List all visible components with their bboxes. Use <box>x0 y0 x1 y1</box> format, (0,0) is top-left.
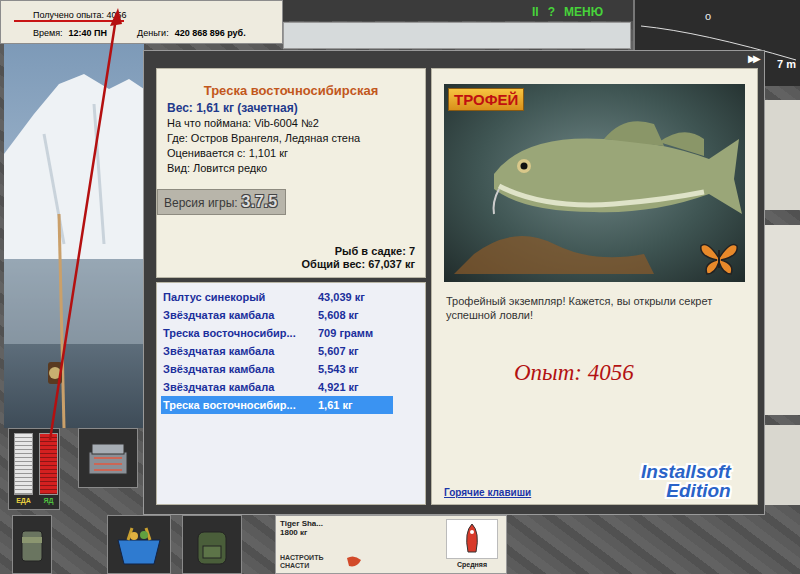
fish-photo: ТРОФЕЙ <box>444 84 745 282</box>
fish-detail: Вид: Ловится редко <box>167 162 415 175</box>
scene-photo <box>4 44 144 428</box>
annotation-arrow-icon <box>0 0 800 574</box>
backpack-icon <box>192 524 232 566</box>
catch-row[interactable]: Треска восточносибир...709 грамм <box>161 324 393 342</box>
meter-track <box>14 433 33 495</box>
fish-title: Треска восточносибирская <box>167 83 415 98</box>
catch-row[interactable]: Звёздчатая камбала5,543 кг <box>161 360 393 378</box>
keepnet-count: Рыб в садке: 7 <box>167 245 415 258</box>
catch-weight: 5,608 кг <box>318 309 359 321</box>
version-badge: Версия игры: 3.7.5 <box>157 189 286 215</box>
side-panel <box>765 425 800 505</box>
catch-weight: 5,543 кг <box>318 363 359 375</box>
skip-button[interactable]: ▶▶ <box>748 53 758 64</box>
hud-row: Время: 12:40 ПН Деньги: 420 868 896 руб. <box>33 28 274 38</box>
tackle-box-button[interactable] <box>78 428 138 488</box>
catch-row[interactable]: Звёздчатая камбала5,607 кг <box>161 342 393 360</box>
fish-weight: Вес: 1,61 кг (зачетная) <box>167 101 415 115</box>
catch-name: Треска восточносибир... <box>163 399 318 411</box>
catch-name: Звёздчатая камбала <box>163 363 318 375</box>
tackle-button[interactable]: НАСТРОИТЬ СНАСТИ <box>280 554 430 570</box>
catch-list: Палтус синекорый43,039 кгЗвёздчатая камб… <box>156 282 426 505</box>
lure-panel: Tiger Sha...1800 кг НАСТРОИТЬ СНАСТИ Средн… <box>275 515 507 574</box>
retrieve-speed: Средняя <box>457 561 487 568</box>
version-value: 3.7.5 <box>242 193 278 211</box>
catch-name: Палтус синекорый <box>163 291 318 303</box>
experience-label: Получено опыта: 4056 <box>33 10 274 20</box>
meter-label: ЯД <box>43 497 53 504</box>
trophy-message: Трофейный экземпляр! Кажется, вы открыли… <box>444 294 745 322</box>
meter-segments <box>40 434 57 494</box>
menu-button[interactable]: II <box>532 5 539 19</box>
keepnet-weight: Общий вес: 67,037 кг <box>167 258 415 271</box>
depth-reading: 7 m <box>777 58 796 70</box>
money-label: Деньги: <box>137 28 169 38</box>
basket-icon <box>114 524 164 566</box>
lure-weight: 1800 кг <box>280 528 430 537</box>
trophy-badge: ТРОФЕЙ <box>448 88 524 111</box>
time-label: Время: <box>33 28 63 38</box>
fish-detail: На что поймана: Vib-6004 №2 <box>167 117 415 130</box>
logo-text: Edition <box>641 481 731 500</box>
time-value: 12:40 ПН <box>69 28 108 38</box>
logo-text: Installsoft <box>641 462 731 481</box>
catch-name: Звёздчатая камбала <box>163 309 318 321</box>
version-label: Версия игры: <box>164 196 238 210</box>
catch-weight: 4,921 кг <box>318 381 359 393</box>
basket-button[interactable] <box>107 515 171 574</box>
catch-name: Звёздчатая камбала <box>163 345 318 357</box>
catch-row[interactable]: Треска восточносибир...1,61 кг <box>161 396 393 414</box>
lure-preview: Средняя <box>442 519 502 570</box>
hud-panel: Получено опыта: 4056 Время: 12:40 ПН Деньги… <box>0 0 283 44</box>
tackle-box-icon <box>86 438 130 478</box>
catch-row[interactable]: Звёздчатая камбала4,921 кг <box>161 378 393 396</box>
status-strip <box>283 22 631 49</box>
catch-weight: 709 грамм <box>318 327 373 339</box>
lure-info: Tiger Sha...1800 кг НАСТРОИТЬ СНАСТИ <box>280 519 430 570</box>
catch-name: Звёздчатая камбала <box>163 381 318 393</box>
side-panel <box>765 225 800 415</box>
trophy-panel: ТРОФЕЙ Трофейный экземпляр! Кажется, вы о… <box>431 68 758 505</box>
keepnet-summary: Рыб в садке: 7Общий вес: 67,037 кг <box>167 245 415 271</box>
meter: ЯД <box>39 433 58 505</box>
catch-weight: 43,039 кг <box>318 291 365 303</box>
side-panel <box>765 100 800 210</box>
fish-info: Треска восточносибирская Вес: 1,61 кг (за… <box>156 68 426 278</box>
backpack-button[interactable] <box>182 515 242 574</box>
tackle-label: НАСТРОИТЬ СНАСТИ <box>280 554 342 570</box>
catch-weight: 1,61 кг <box>318 399 353 411</box>
catch-weight: 5,607 кг <box>318 345 359 357</box>
lure-name: Tiger Sha... <box>280 519 430 528</box>
menu-button[interactable]: ? <box>548 5 555 19</box>
can-icon <box>17 525 47 565</box>
catch-name: Треска восточносибир... <box>163 327 318 339</box>
lure-icon <box>446 519 498 559</box>
depth-marker: o <box>705 10 711 22</box>
catch-dialog: ▶▶ Треска восточносибирская Вес: 1,61 кг (… <box>143 50 765 515</box>
fish-detail: Оценивается с: 1,101 кг <box>167 147 415 160</box>
meter-label: ЕДА <box>16 497 31 504</box>
money-value: 420 868 896 руб. <box>175 28 246 38</box>
experience-award: Опыт: 4056 <box>444 360 745 386</box>
meter-track <box>39 433 58 495</box>
edition-logo: InstallsoftEdition <box>641 462 731 500</box>
left-column: Треска восточносибирская Вес: 1,61 кг (за… <box>156 68 426 505</box>
bait-can-button[interactable] <box>12 515 52 574</box>
top-menu: II? МЕНЮ <box>532 5 603 19</box>
meters-panel: ЕДА ЯД <box>8 428 60 510</box>
catch-row[interactable]: Звёздчатая камбала5,608 кг <box>161 306 393 324</box>
fish-detail: Где: Остров Врангеля, Ледяная стена <box>167 132 415 145</box>
catch-row[interactable]: Палтус синекорый43,039 кг <box>161 288 393 306</box>
hook-icon <box>345 554 363 570</box>
menu-button[interactable]: МЕНЮ <box>564 5 603 19</box>
butterfly-icon <box>699 240 739 276</box>
meter: ЕДА <box>14 433 33 505</box>
meter-segments <box>15 434 32 494</box>
